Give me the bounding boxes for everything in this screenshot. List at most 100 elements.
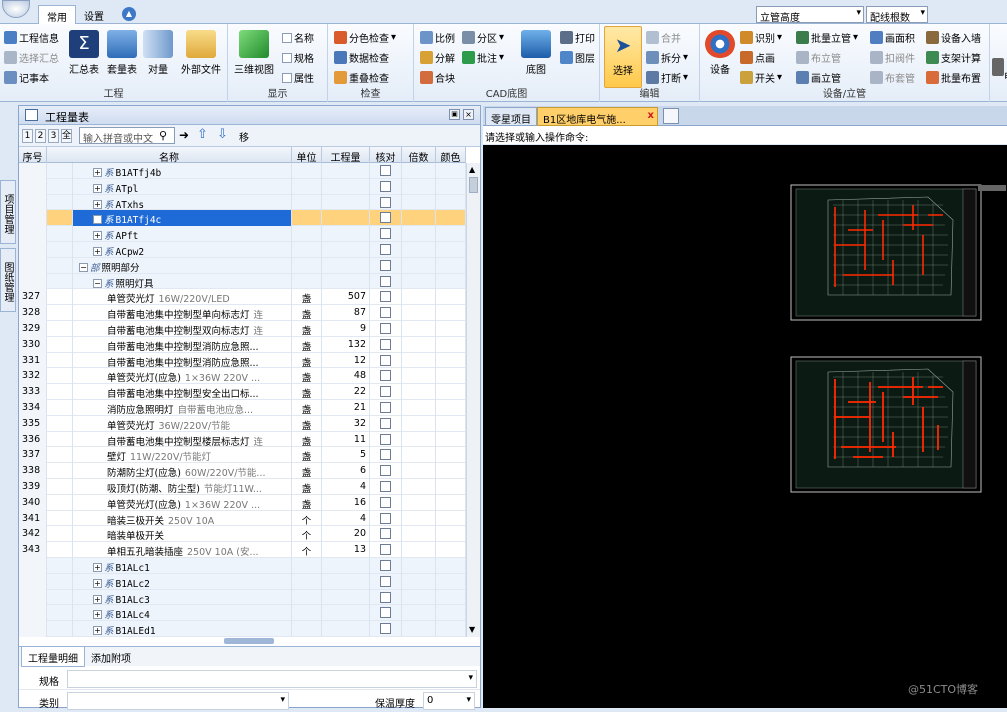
quota-table-button[interactable]: 套量表 (104, 30, 140, 76)
side-tab-project-management[interactable]: 项目管理 (0, 180, 16, 244)
check-checkbox[interactable] (380, 623, 391, 635)
row-multiple[interactable] (402, 431, 436, 448)
compare-button[interactable]: 对量 (142, 30, 174, 76)
row-multiple[interactable] (402, 573, 436, 590)
expand-icon[interactable]: + (93, 610, 102, 620)
row-name-cell[interactable]: 自带蓄电池集中控制型楼层标志灯连 (73, 431, 292, 448)
select-summary-button[interactable]: 选择汇总 (4, 50, 59, 65)
row-name-cell[interactable]: 自带蓄电池集中控制型单向标志灯连 (73, 305, 292, 321)
tab-b1-drawing[interactable]: B1区地库电气施... x (537, 107, 658, 126)
check-checkbox[interactable] (380, 307, 391, 319)
table-row[interactable]: 335 单管荧光灯 36W/220V/节能盏 32 (19, 415, 466, 432)
tree-node-row[interactable]: + 系 B1ALc2 (19, 573, 466, 590)
row-name-cell[interactable]: + 系 ATpl (73, 178, 292, 195)
row-color[interactable] (436, 463, 466, 479)
row-name-cell[interactable]: + 系 B1ALc1 (73, 558, 292, 574)
tab-add-attachment[interactable]: 添加附项 (85, 647, 137, 667)
check-checkbox[interactable] (380, 512, 391, 524)
row-color[interactable] (436, 526, 466, 543)
riser-height-select[interactable]: 立管高度 ▾ (756, 6, 864, 24)
row-multiple[interactable] (402, 384, 436, 400)
expand-icon[interactable]: + (93, 594, 102, 604)
row-multiple[interactable] (402, 257, 436, 274)
point-draw-button[interactable]: 点画 (740, 50, 775, 65)
row-multiple[interactable] (402, 178, 436, 195)
check-checkbox[interactable] (380, 386, 391, 398)
row-multiple[interactable] (402, 479, 436, 495)
tree-node-row[interactable]: + 系 B1ALc1 (19, 558, 466, 574)
check-checkbox[interactable] (380, 323, 391, 334)
ribbon-collapse-icon[interactable]: ▲ (122, 7, 136, 21)
batch-riser-button[interactable]: 批量立管 ▾ (796, 30, 858, 45)
base-map-button[interactable]: 底图 (518, 30, 554, 76)
tree-node-row[interactable]: − 部照明部分 (19, 257, 466, 274)
tab-quantity-detail[interactable]: 工程量明细 (21, 647, 85, 667)
row-multiple[interactable] (402, 558, 436, 574)
col-header-unit[interactable]: 单位 (292, 147, 322, 164)
row-name-cell[interactable]: + 系 ACpw2 (73, 242, 292, 258)
close-icon[interactable]: × (463, 109, 474, 120)
expand-icon[interactable]: + (93, 231, 102, 241)
tab-misc-items[interactable]: 零星项目 (485, 107, 537, 126)
expand-icon[interactable]: + (93, 168, 102, 177)
check-checkbox[interactable] (380, 544, 391, 556)
row-multiple[interactable] (402, 321, 436, 337)
tree-node-row[interactable]: + 系 APft (19, 226, 466, 242)
row-name-cell[interactable]: + 系 B1ALEd1 (73, 621, 292, 637)
row-multiple[interactable] (402, 589, 436, 606)
row-color[interactable] (436, 368, 466, 385)
row-multiple[interactable] (402, 336, 436, 353)
row-name-cell[interactable]: 吸顶灯(防潮、防尘型) 节能灯11W... (73, 479, 292, 495)
tab-common[interactable]: 常用 (38, 5, 76, 24)
table-row[interactable]: 343 单相五孔暗装插座 250V 10A (安... 个 13 (19, 542, 466, 558)
row-multiple[interactable] (402, 368, 436, 385)
row-color[interactable] (436, 352, 466, 369)
table-row[interactable]: 328 自带蓄电池集中控制型单向标志灯连盏 87 (19, 305, 466, 321)
row-name-cell[interactable]: − 系照明灯具 (73, 273, 292, 290)
tree-node-row[interactable]: + 系 B1ALc3 (19, 589, 466, 606)
check-checkbox[interactable] (380, 180, 391, 192)
row-color[interactable] (436, 336, 466, 353)
tree-node-row[interactable]: + 系 ATxhs (19, 194, 466, 211)
print-button[interactable]: 打印 (560, 30, 595, 45)
scroll-up-icon[interactable]: ▲ (469, 165, 475, 174)
table-row[interactable]: 336 自带蓄电池集中控制型楼层标志灯连盏 11 (19, 431, 466, 448)
row-multiple[interactable] (402, 605, 436, 622)
check-checkbox[interactable] (380, 338, 391, 350)
row-color[interactable] (436, 289, 466, 306)
tree-node-row[interactable]: + 系 B1ALEd1 (19, 621, 466, 637)
summary-table-button[interactable]: Σ 汇总表 (66, 30, 102, 76)
scroll-down-icon[interactable]: ▼ (469, 625, 475, 634)
break-button[interactable]: 打断 ▾ (646, 70, 688, 85)
row-color[interactable] (436, 621, 466, 637)
row-name-cell[interactable]: 防潮防尘灯(应急) 60W/220V/节能... (73, 463, 292, 479)
data-check-button[interactable]: 数据检查 (334, 50, 389, 65)
splitter-handle[interactable] (224, 638, 274, 644)
show-attr-checkbox[interactable]: 属性 (282, 70, 314, 85)
row-color[interactable] (436, 479, 466, 495)
search-icon[interactable]: ⚲ (159, 129, 167, 142)
expand-icon[interactable]: + (93, 183, 102, 193)
row-multiple[interactable] (402, 526, 436, 543)
table-row[interactable]: 339 吸顶灯(防潮、防尘型) 节能灯11W... 盏 4 (19, 479, 466, 495)
tree-node-row[interactable]: + 系 ACpw2 (19, 242, 466, 258)
check-checkbox[interactable] (380, 575, 391, 587)
level-3-button[interactable]: 3 (48, 129, 59, 143)
identify-button[interactable]: 识别 ▾ (740, 30, 782, 45)
row-color[interactable] (436, 447, 466, 464)
merge-block-button[interactable]: 合块 (420, 70, 455, 85)
project-info-button[interactable]: 工程信息 (4, 30, 59, 45)
row-name-cell[interactable]: + 系 B1ALc4 (73, 605, 292, 622)
scale-button[interactable]: 比例 (420, 30, 455, 45)
expand-icon[interactable]: + (93, 563, 102, 572)
arrow-up-icon[interactable]: ⇧ (197, 127, 208, 142)
show-name-checkbox[interactable]: 名称 (282, 30, 314, 45)
expand-icon[interactable]: + (93, 215, 102, 225)
drawing-sheet-2[interactable] (790, 356, 982, 493)
switch-button[interactable]: 开关 ▾ (740, 70, 782, 85)
external-file-button[interactable]: 外部文件 (178, 30, 224, 76)
collapse-icon[interactable]: − (93, 278, 102, 288)
check-checkbox[interactable] (380, 402, 391, 413)
side-tab-drawing-management[interactable]: 图纸管理 (0, 248, 16, 312)
check-checkbox[interactable] (380, 481, 391, 492)
